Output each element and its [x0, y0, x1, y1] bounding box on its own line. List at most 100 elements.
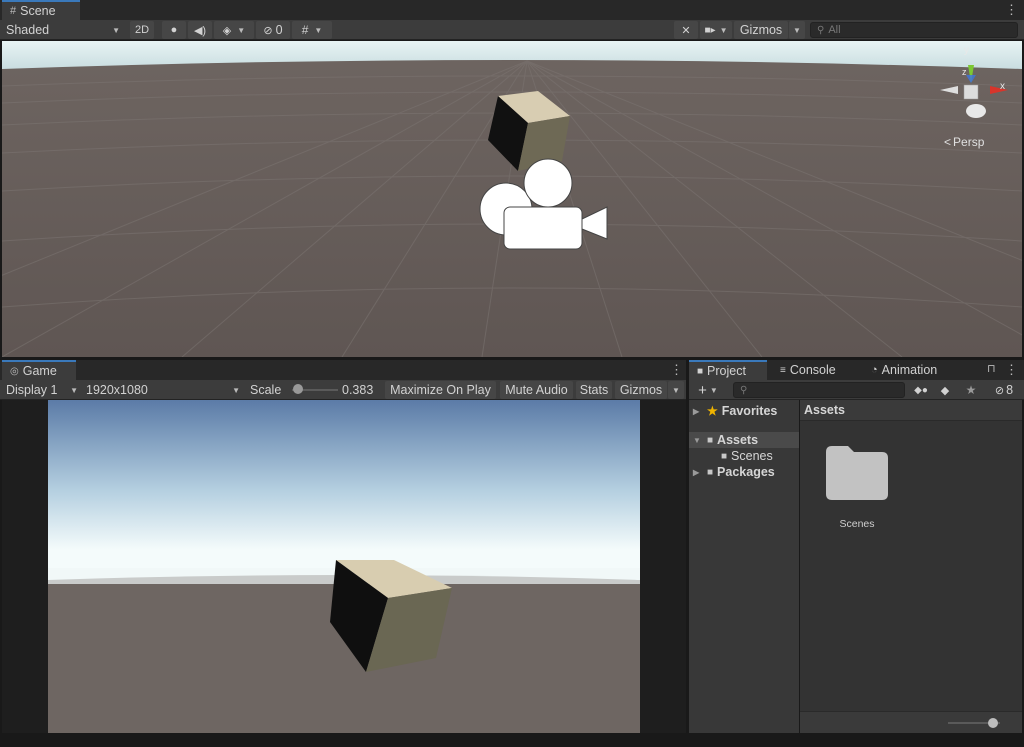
scene-gizmos-dropdown[interactable]: ▼ — [789, 21, 805, 39]
folder-open-icon: ■ — [707, 434, 714, 446]
display-label: Display 1 — [6, 383, 58, 397]
search-by-label-button[interactable]: ◆ — [935, 381, 955, 399]
mute-audio-toggle[interactable]: Mute Audio — [500, 381, 573, 399]
tools-button[interactable]: ✕ — [674, 21, 698, 39]
tree-item-scenes[interactable]: ■ Scenes — [721, 448, 799, 464]
resolution-label: 1920x1080 — [86, 383, 148, 397]
resolution-dropdown[interactable]: 1920x1080 ▼ — [84, 381, 242, 399]
shading-mode-dropdown[interactable]: Shaded ▼ — [4, 21, 124, 39]
tag-icon: ◆ — [940, 384, 950, 397]
project-search-input[interactable]: ⚲ — [733, 382, 905, 398]
maximize-on-play-label: Maximize On Play — [390, 383, 491, 397]
tab-scene[interactable]: # Scene — [2, 0, 80, 20]
star-icon: ★ — [965, 383, 977, 397]
icon-size-slider-thumb[interactable] — [987, 718, 998, 728]
mute-audio-label: Mute Audio — [505, 383, 568, 397]
projection-label: Persp — [953, 135, 985, 149]
audio-toggle[interactable]: ◀) — [188, 21, 212, 39]
scene-render — [2, 41, 1022, 357]
chevron-right-icon[interactable]: ▶ — [693, 468, 703, 477]
asset-item-scenes-label: Scenes — [839, 518, 875, 530]
chevron-down-icon: ▼ — [793, 25, 801, 35]
scene-gizmos-button[interactable]: Gizmos — [734, 21, 788, 39]
scene-visibility-toggle[interactable]: ⊘ 0 — [256, 21, 290, 39]
tree-item-assets-label: Assets — [717, 433, 759, 447]
project-hidden-count: 8 — [1006, 383, 1014, 397]
scale-slider[interactable] — [292, 384, 338, 396]
grid-snap-icon: # — [301, 23, 309, 37]
effects-dropdown[interactable]: ◈ ▼ — [214, 21, 254, 39]
chevron-down-icon: ▼ — [237, 25, 246, 35]
tab-game[interactable]: ◎ Game — [2, 360, 76, 380]
tree-item-packages-label: Packages — [717, 465, 775, 479]
icon-size-slider[interactable] — [948, 718, 1000, 728]
chevron-down-icon: ▼ — [719, 25, 728, 35]
gizmo-axis-y: y — [964, 45, 969, 56]
mode-2d-toggle[interactable]: 2D — [130, 21, 154, 39]
assets-breadcrumb: Assets — [800, 400, 1022, 421]
folder-icon — [826, 446, 888, 500]
speaker-icon: ◀) — [193, 24, 207, 37]
game-viewport[interactable] — [2, 400, 686, 733]
scene-viewport[interactable]: y x z < Persp — [2, 41, 1022, 357]
scale-value: 0.383 — [342, 383, 374, 397]
asset-item-scenes[interactable]: Scenes — [822, 446, 892, 532]
display-dropdown[interactable]: Display 1 ▼ — [4, 381, 80, 399]
project-folder-tree: ▶ ★ Favorites ▼ ■ Assets ■ Scenes ▶ ■ Pa… — [689, 400, 799, 733]
search-icon: ⚲ — [740, 384, 748, 396]
tree-item-favorites[interactable]: ▶ ★ Favorites — [693, 402, 799, 420]
scene-gizmos-label: Gizmos — [739, 23, 783, 37]
scene-panel-menu-icon[interactable]: ⋮ — [1005, 2, 1018, 18]
maximize-on-play-toggle[interactable]: Maximize On Play — [385, 381, 496, 399]
tree-item-scenes-label: Scenes — [731, 449, 773, 463]
project-visibility-toggle[interactable]: ⊘ 8 — [987, 381, 1021, 399]
scale-label: Scale — [250, 383, 282, 397]
chevron-down-icon[interactable]: ▼ — [693, 436, 703, 445]
camera-icon: ■▸ — [704, 24, 716, 36]
lighting-toggle[interactable]: ● — [162, 21, 186, 39]
tab-project-label: Project — [707, 364, 746, 378]
tab-animation[interactable]: ◔ Animation — [863, 360, 963, 380]
folder-icon: ■ — [707, 466, 714, 478]
chevron-right-icon[interactable]: ▶ — [693, 407, 703, 416]
gamepad-icon: ◎ — [10, 365, 19, 377]
lock-icon[interactable]: ⊓ — [987, 362, 996, 375]
console-icon: ≡ — [780, 364, 786, 376]
game-tab-strip — [0, 360, 686, 380]
tree-item-assets[interactable]: ▼ ■ Assets — [689, 432, 799, 448]
stats-toggle[interactable]: Stats — [576, 381, 612, 399]
projection-toggle[interactable]: < Persp — [944, 135, 984, 149]
mode-2d-label: 2D — [134, 24, 150, 36]
tree-item-favorites-label: Favorites — [721, 404, 778, 418]
lightbulb-icon: ● — [170, 24, 178, 36]
favorites-filter-button[interactable]: ★ — [961, 381, 981, 399]
game-panel-menu-icon[interactable]: ⋮ — [670, 362, 683, 378]
star-icon: ★ — [707, 404, 718, 418]
camera-settings-dropdown[interactable]: ■▸ ▼ — [700, 21, 732, 39]
grid-snap-dropdown[interactable]: # ▼ — [292, 21, 332, 39]
chevron-down-icon: ▼ — [672, 385, 680, 395]
create-asset-dropdown[interactable]: + ▼ — [693, 381, 723, 399]
project-toolbar: + ▼ ⚲ ◆● ◆ ★ ⊘ 8 — [689, 380, 1024, 400]
project-footer — [800, 711, 1022, 733]
chevron-left-icon: < — [944, 135, 952, 149]
scale-slider-thumb[interactable] — [292, 384, 303, 394]
game-gizmos-button[interactable]: Gizmos — [615, 381, 667, 399]
scene-tab-strip — [0, 0, 1024, 20]
tab-project[interactable]: ■ Project — [689, 360, 767, 380]
tree-item-packages[interactable]: ▶ ■ Packages — [693, 464, 799, 480]
tab-animation-label: Animation — [881, 363, 938, 377]
scene-toolbar: Shaded ▼ 2D ● ◀) ◈ ▼ ⊘ 0 # ▼ ✕ ■▸ ▼ Gizm… — [0, 20, 1024, 40]
game-gizmos-dropdown[interactable]: ▼ — [668, 381, 684, 399]
breadcrumb-assets[interactable]: Assets — [804, 403, 845, 417]
scene-search-input[interactable]: ⚲ All — [810, 22, 1018, 38]
plus-icon: + — [698, 381, 707, 399]
search-by-type-button[interactable]: ◆● — [911, 381, 931, 399]
scene-search-placeholder: All — [828, 24, 841, 36]
tab-console[interactable]: ≡ Console — [772, 360, 860, 380]
tab-console-label: Console — [789, 363, 836, 377]
game-render — [48, 400, 640, 733]
project-panel-menu-icon[interactable]: ⋮ — [1005, 362, 1018, 378]
folder-icon: ■ — [697, 365, 704, 377]
shading-mode-label: Shaded — [6, 23, 50, 37]
